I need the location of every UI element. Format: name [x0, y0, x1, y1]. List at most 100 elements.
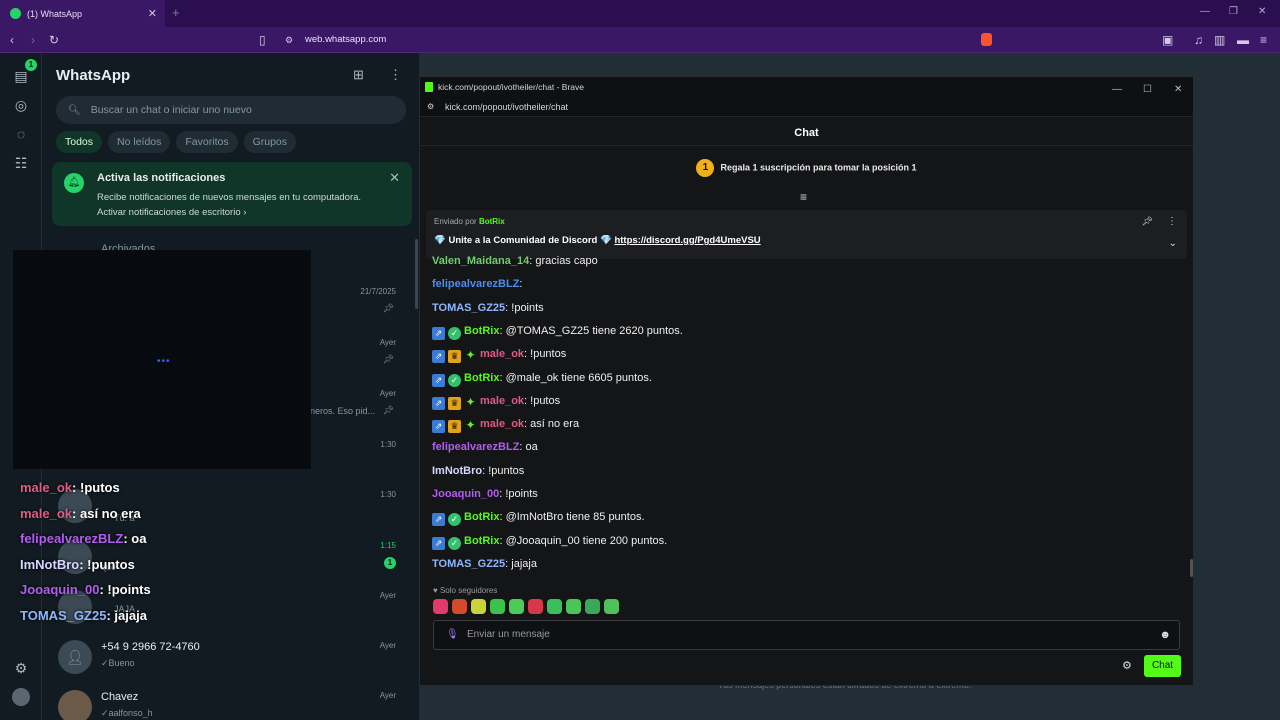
popup-urlbar: ⚙ kick.com/popout/ivotheiler/chat: [420, 97, 1193, 117]
emote-icon[interactable]: [604, 599, 619, 614]
channels-icon[interactable]: ◌: [12, 125, 30, 143]
message-username[interactable]: Jooaquin_00: [432, 488, 499, 500]
message-username[interactable]: BotRix: [464, 511, 499, 523]
gem-badge-icon: ✦: [465, 418, 476, 433]
discord-link[interactable]: https://discord.gg/Pgd4UmeVSU: [614, 235, 760, 246]
emote-icon[interactable]: [471, 599, 486, 614]
app-title: WhatsApp: [56, 67, 131, 84]
message-text: : @ImNotBro tiene 85 puntos.: [499, 511, 645, 524]
emote-icon[interactable]: [585, 599, 600, 614]
settings-icon[interactable]: ⚙: [12, 659, 30, 677]
emoji-icon[interactable]: ☻: [1159, 621, 1171, 649]
close-window-icon[interactable]: ✕: [1258, 6, 1266, 17]
emote-bar: [433, 599, 619, 614]
message-text: : @male_ok tiene 6605 puntos.: [499, 371, 652, 384]
site-info-icon[interactable]: ⚙: [427, 97, 434, 117]
emote-icon[interactable]: [547, 599, 562, 614]
message-username[interactable]: ImNotBro: [432, 465, 482, 477]
status-icon[interactable]: ◎: [12, 96, 30, 114]
bell-icon: 🔔︎: [64, 173, 84, 193]
address-bar[interactable]: web.whatsapp.com: [305, 34, 386, 45]
chat-time: Ayer: [379, 389, 396, 398]
chat-message: felipealvarezBLZ: oa: [432, 441, 538, 453]
message-username[interactable]: TOMAS_GZ25: [432, 302, 505, 314]
overlay-username: male_ok: [20, 480, 73, 495]
message-username[interactable]: male_ok: [480, 395, 524, 407]
more-options-icon[interactable]: ⋮: [1167, 216, 1177, 227]
filter-favoritos[interactable]: Favoritos: [176, 131, 238, 153]
chat-time: Ayer: [379, 641, 396, 650]
overlay-username: Jooaquin_00: [20, 582, 100, 597]
overlay-message: Jooaquin_00: !points: [20, 582, 151, 597]
filter-no-leidos[interactable]: No leídos: [108, 131, 171, 153]
more-options-icon[interactable]: ⋮: [389, 67, 402, 83]
filter-icon[interactable]: ≡: [800, 190, 807, 204]
bookmark-icon[interactable]: ▯: [259, 33, 266, 47]
restore-icon[interactable]: ❐: [1229, 6, 1238, 17]
filter-grupos[interactable]: Grupos: [243, 131, 297, 153]
tab-whatsapp[interactable]: (1) WhatsApp ✕: [0, 0, 165, 27]
site-info-icon[interactable]: ⚙: [285, 35, 293, 46]
new-chat-icon[interactable]: ⊞: [353, 67, 364, 83]
vpn-icon[interactable]: ▬: [1237, 33, 1249, 47]
chat-time: 21/7/2025: [360, 287, 396, 296]
emote-icon[interactable]: [490, 599, 505, 614]
notification-title: Activa las notificaciones: [97, 172, 226, 184]
chat-scrollbar[interactable]: [1190, 559, 1193, 577]
message-username[interactable]: male_ok: [480, 418, 524, 430]
overlay-message: felipealvarezBLZ: oa: [20, 531, 146, 546]
emote-icon[interactable]: [528, 599, 543, 614]
close-icon[interactable]: ✕: [389, 170, 400, 186]
communities-icon[interactable]: ☷: [12, 154, 30, 172]
message-username[interactable]: TOMAS_GZ25: [432, 558, 505, 570]
enable-notifications-link[interactable]: Activar notificaciones de escritorio ›: [97, 207, 246, 218]
message-username[interactable]: male_ok: [480, 348, 524, 360]
message-username[interactable]: BotRix: [464, 372, 499, 384]
filter-todos[interactable]: Todos: [56, 131, 103, 153]
search-input[interactable]: 🔍︎ Buscar un chat o iniciar uno nuevo: [56, 96, 406, 124]
pin-icon[interactable]: 📌︎: [1142, 216, 1153, 227]
new-tab-button[interactable]: +: [172, 5, 180, 20]
emote-icon[interactable]: [433, 599, 448, 614]
message-username[interactable]: felipealvarezBLZ: [432, 278, 519, 290]
popup-url[interactable]: kick.com/popout/ivotheiler/chat: [445, 102, 568, 112]
profile-avatar[interactable]: [12, 688, 30, 706]
send-chat-button[interactable]: Chat: [1144, 655, 1181, 677]
chat-row[interactable]: 👤︎ +54 9 2966 72-4760 ✓Bueno Ayer: [42, 633, 419, 683]
message-username[interactable]: BotRix: [464, 325, 499, 337]
emote-icon[interactable]: [566, 599, 581, 614]
chat-list-scrollbar[interactable]: [415, 239, 418, 309]
gift-sub-promo[interactable]: 1 Regala 1 suscripción para tomar la posi…: [420, 159, 1193, 177]
chat-message: Jooaquin_00: !points: [432, 488, 538, 500]
chat-name: +54 9 2966 72-4760: [101, 641, 200, 653]
menu-icon[interactable]: ≡: [1260, 33, 1267, 47]
kick-chat-popup: kick.com/popout/ivotheiler/chat - Brave …: [419, 76, 1194, 686]
browser-tabbar: (1) WhatsApp ✕ + — ❐ ✕: [0, 0, 1280, 27]
wallet-icon[interactable]: ▣: [1162, 33, 1173, 47]
mic-icon[interactable]: 🎙︎: [446, 621, 459, 649]
music-icon[interactable]: ♫: [1194, 33, 1203, 47]
pinned-by: Enviado por BotRix: [434, 217, 505, 226]
message-username[interactable]: felipealvarezBLZ: [432, 441, 519, 453]
message-username[interactable]: BotRix: [464, 535, 499, 547]
message-input[interactable]: 🎙︎ Enviar un mensaje ☻: [433, 620, 1180, 650]
rank-coin-icon: 1: [696, 159, 715, 177]
chat-time: 1:30: [380, 490, 396, 499]
emote-icon[interactable]: [509, 599, 524, 614]
chat-settings-icon[interactable]: ⚙: [1122, 659, 1132, 672]
promo-text: Regala 1 suscripción para tomar la posic…: [720, 162, 917, 173]
sidebar-icon[interactable]: ▥: [1214, 33, 1225, 47]
emote-icon[interactable]: [452, 599, 467, 614]
verified-badge-icon: ✓: [448, 513, 461, 527]
back-icon[interactable]: ‹: [10, 33, 14, 47]
chat-row[interactable]: Chavez ✓aalfonso_h Ayer: [42, 683, 419, 720]
forward-icon[interactable]: ›: [31, 33, 35, 47]
close-tab-icon[interactable]: ✕: [148, 7, 157, 20]
reload-icon[interactable]: ↻: [49, 33, 59, 47]
message-text: : !points: [499, 488, 538, 500]
chevron-down-icon[interactable]: ⌄: [1169, 238, 1177, 249]
minimize-icon[interactable]: —: [1200, 6, 1210, 17]
chat-message: ⇗ ✓ BotRix: @TOMAS_GZ25 tiene 2620 puntos.: [432, 325, 683, 340]
message-username[interactable]: Valen_Maidana_14: [432, 255, 529, 267]
brave-shields-icon[interactable]: [981, 33, 992, 46]
